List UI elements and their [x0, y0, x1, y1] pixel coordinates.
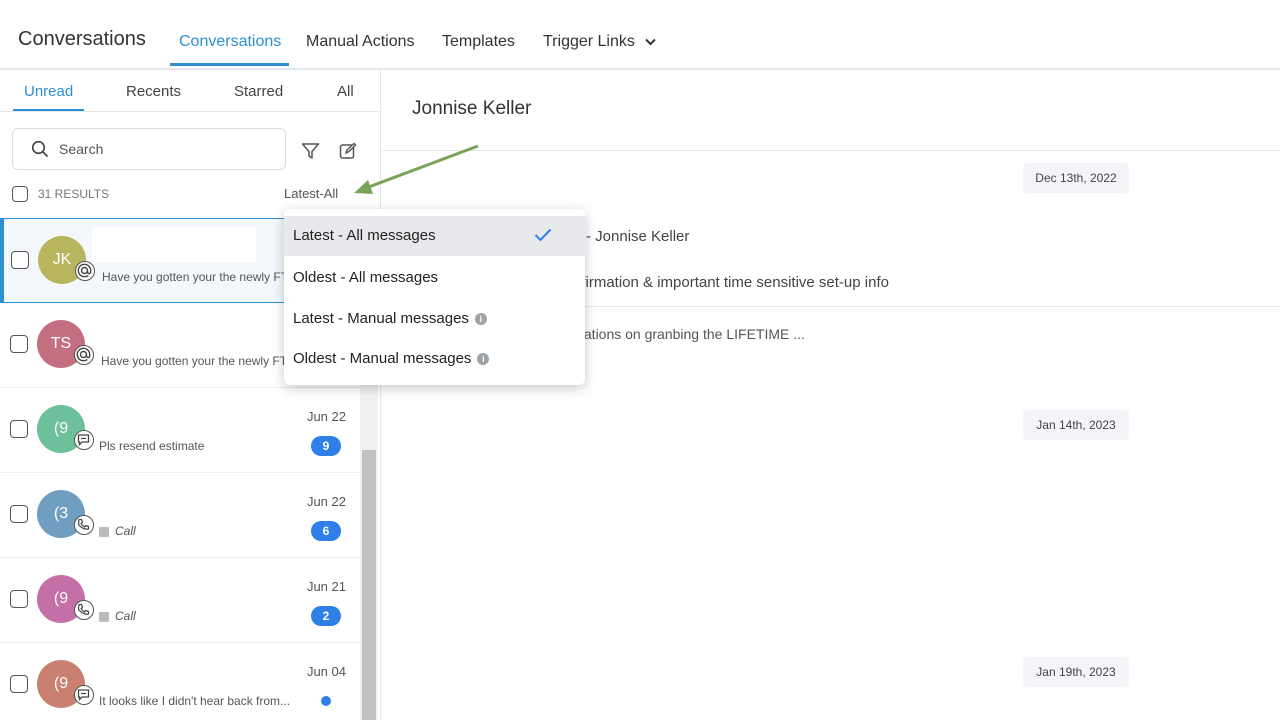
- sort-option-label-wrap: Latest - Manual messages i: [293, 310, 487, 327]
- sort-option-latest-all[interactable]: Latest - All messages: [284, 216, 585, 256]
- conversation-date: Jun 22: [306, 409, 346, 424]
- select-all-checkbox[interactable]: [12, 186, 28, 202]
- contact-name-header: Jonnise Keller: [412, 98, 532, 119]
- divider: [0, 111, 380, 112]
- at-icon: [75, 261, 95, 281]
- at-icon: [74, 345, 94, 365]
- date-separator: Dec 13th, 2022: [1023, 163, 1129, 193]
- conversation-item[interactable]: (9 It looks like I didn't hear back from…: [0, 643, 360, 720]
- divider: [381, 150, 1280, 151]
- message-preview: Pls resend estimate: [99, 439, 205, 453]
- row-checkbox[interactable]: [10, 335, 28, 353]
- sort-option-label: Oldest - Manual messages: [293, 350, 472, 367]
- conversation-date: Jun 04: [306, 664, 346, 679]
- results-count: 31 RESULTS: [38, 187, 110, 201]
- unread-count-badge: 9: [311, 436, 341, 456]
- sort-option-label: Oldest - All messages: [293, 269, 439, 286]
- date-separator: Jan 19th, 2023: [1023, 657, 1129, 687]
- sort-option-label: Latest - Manual messages: [293, 310, 469, 327]
- filter-icon[interactable]: [301, 142, 320, 165]
- unread-count-badge: 2: [311, 606, 341, 626]
- sort-option-latest-manual[interactable]: Latest - Manual messages i: [284, 299, 585, 339]
- scrollbar-thumb[interactable]: [362, 450, 376, 720]
- info-icon[interactable]: i: [477, 353, 490, 366]
- conversation-date: Jun 21: [306, 579, 346, 594]
- row-checkbox[interactable]: [10, 675, 28, 693]
- message-preview: It looks like I didn't hear back from...: [99, 694, 291, 708]
- subtab-starred[interactable]: Starred: [234, 83, 283, 100]
- subtab-unread[interactable]: Unread: [24, 83, 73, 100]
- unread-dot: [321, 696, 331, 706]
- sort-option-label: Latest - All messages: [293, 227, 436, 244]
- phone-icon: [74, 515, 94, 535]
- row-checkbox[interactable]: [10, 505, 28, 523]
- phone-icon: [74, 600, 94, 620]
- subtab-all[interactable]: All: [337, 83, 354, 100]
- message-preview: Have you gotten your the newly FTC: [101, 354, 296, 368]
- row-checkbox[interactable]: [11, 251, 29, 269]
- message-preview: Call: [99, 524, 136, 538]
- top-nav: Conversations Conversations Manual Actio…: [0, 0, 1280, 70]
- message-subject: - Jonnise Keller: [586, 228, 690, 245]
- message-preview: Have you gotten your the newly FTC: [102, 270, 297, 284]
- conversation-date: Jun 22: [306, 494, 346, 509]
- conversation-item[interactable]: (9 Call Jun 21 2: [0, 558, 360, 643]
- message-preview-text: Call: [115, 609, 136, 623]
- date-separator: Jan 14th, 2023: [1023, 410, 1129, 440]
- sms-icon: [74, 430, 94, 450]
- message-preview-text: Call: [115, 524, 136, 538]
- message-subject: nfirmation & important time sensitive se…: [573, 274, 889, 291]
- sort-dropdown-menu: Latest - All messages Oldest - All messa…: [284, 209, 585, 385]
- sms-icon: [74, 685, 94, 705]
- active-tab-indicator: [170, 63, 289, 66]
- message-preview: Call: [99, 609, 136, 623]
- search-box[interactable]: [12, 128, 286, 170]
- sort-dropdown-toggle[interactable]: Latest-All: [284, 186, 338, 201]
- sort-option-oldest-manual[interactable]: Oldest - Manual messages i: [284, 339, 585, 379]
- row-checkbox[interactable]: [10, 420, 28, 438]
- compose-icon[interactable]: [339, 142, 357, 165]
- conversation-list-panel: Unread Recents Starred All 31 RESULTS La…: [0, 70, 381, 720]
- call-log-icon: [99, 611, 109, 622]
- tab-trigger-links[interactable]: Trigger Links: [543, 33, 657, 51]
- app-title: Conversations: [18, 28, 146, 50]
- conversation-item[interactable]: (9 Pls resend estimate Jun 22 9: [0, 388, 360, 473]
- tab-trigger-links-label: Trigger Links: [543, 33, 635, 51]
- subtab-recents[interactable]: Recents: [126, 83, 181, 100]
- message-snippet: ulations on granbing the LIFETIME ...: [573, 326, 805, 342]
- call-log-icon: [99, 526, 109, 537]
- conversation-detail-panel: Jonnise Keller Dec 13th, 2022 - Jonnise …: [381, 70, 1280, 720]
- contact-name-redacted: [92, 227, 256, 263]
- info-icon[interactable]: i: [474, 313, 487, 326]
- tab-conversations[interactable]: Conversations: [179, 33, 281, 51]
- tab-manual-actions[interactable]: Manual Actions: [306, 33, 415, 51]
- sort-option-oldest-all[interactable]: Oldest - All messages: [284, 258, 585, 298]
- unread-count-badge: 6: [311, 521, 341, 541]
- chevron-down-icon: [645, 33, 657, 51]
- search-icon: [31, 140, 49, 163]
- tab-templates[interactable]: Templates: [442, 33, 515, 51]
- checkmark-icon: [534, 228, 552, 246]
- sort-option-label-wrap: Oldest - Manual messages i: [293, 350, 490, 367]
- conversation-item[interactable]: (3 Call Jun 22 6: [0, 473, 360, 558]
- search-input[interactable]: [57, 140, 261, 158]
- row-checkbox[interactable]: [10, 590, 28, 608]
